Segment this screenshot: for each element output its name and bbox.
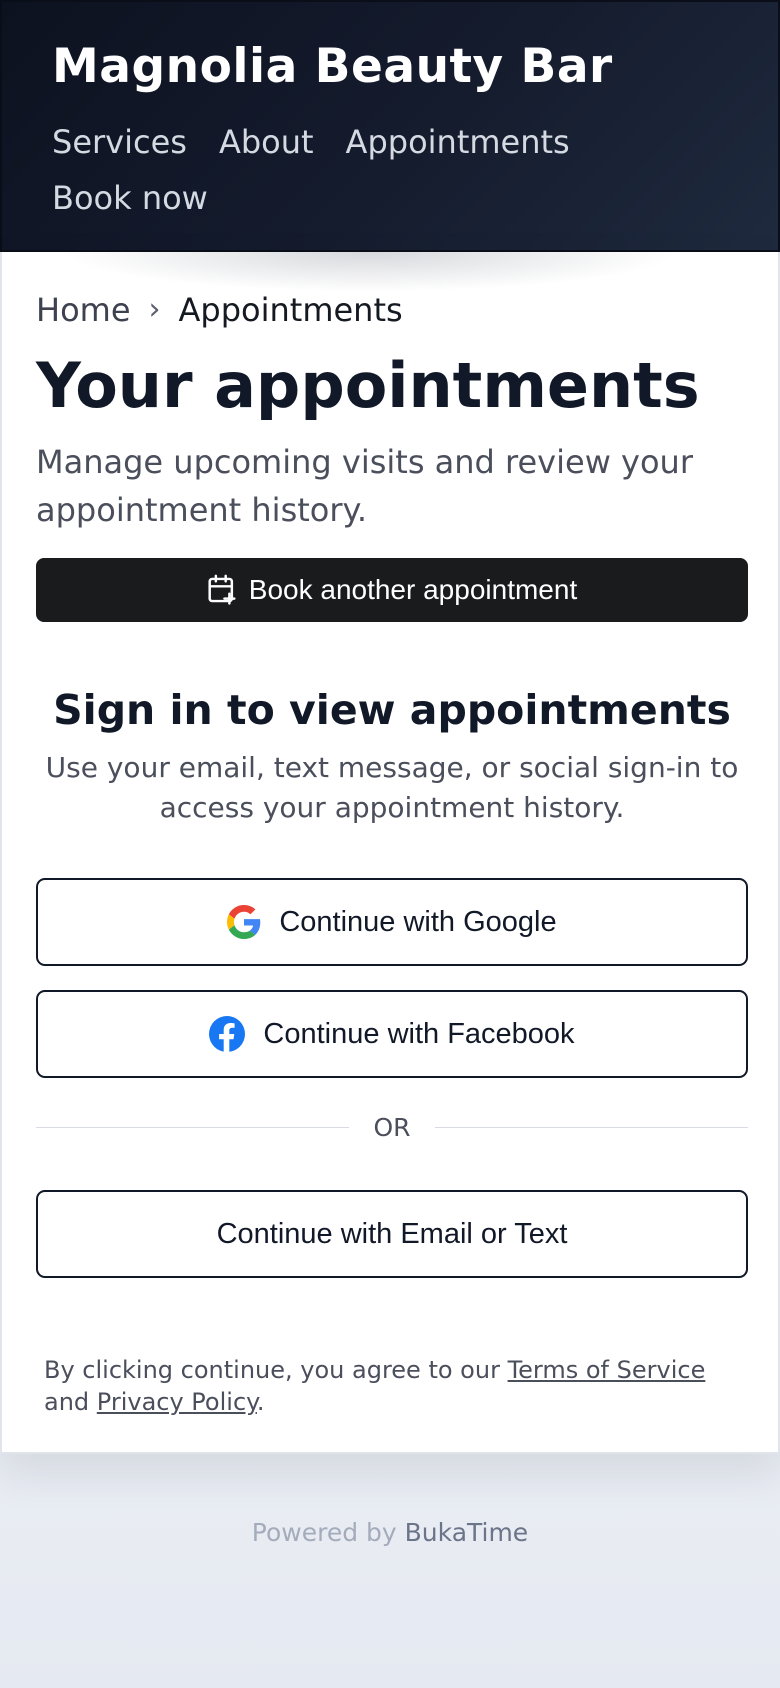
chevron-right-icon: › xyxy=(148,292,161,327)
legal-notice: By clicking continue, you agree to our T… xyxy=(44,1354,744,1418)
powered-by-prefix: Powered by xyxy=(251,1518,405,1547)
google-button-label: Continue with Google xyxy=(279,905,557,938)
main-nav: Services About Appointments Book now xyxy=(52,114,612,226)
nav-book-now[interactable]: Book now xyxy=(52,170,208,226)
google-icon xyxy=(227,905,261,939)
calendar-plus-icon xyxy=(207,574,249,606)
page-title: Your appointments xyxy=(36,349,700,422)
legal-middle: and xyxy=(44,1388,97,1416)
email-button-label: Continue with Email or Text xyxy=(216,1217,568,1250)
divider-line-left xyxy=(36,1126,350,1128)
breadcrumb-current: Appointments xyxy=(178,291,403,329)
or-divider: OR xyxy=(36,1112,748,1142)
continue-with-google-button[interactable]: Continue with Google xyxy=(36,878,748,966)
brand-name[interactable]: Magnolia Beauty Bar xyxy=(52,38,730,96)
terms-of-service-link[interactable]: Terms of Service xyxy=(508,1356,706,1384)
powered-by-footer: Powered by BukaTime xyxy=(0,1518,780,1547)
continue-with-email-or-text-button[interactable]: Continue with Email or Text xyxy=(36,1190,748,1278)
nav-about[interactable]: About xyxy=(219,114,314,170)
page: Magnolia Beauty Bar Services About Appoi… xyxy=(0,0,780,1688)
appointments-card: Home › Appointments Your appointments Ma… xyxy=(0,252,780,1454)
signin-description: Use your email, text message, or social … xyxy=(45,751,739,824)
breadcrumb-home[interactable]: Home xyxy=(36,288,131,332)
bukatime-link[interactable]: BukaTime xyxy=(405,1518,529,1547)
page-subtitle: Manage upcoming visits and review your a… xyxy=(36,443,693,529)
site-header: Magnolia Beauty Bar Services About Appoi… xyxy=(0,0,780,252)
divider-line-right xyxy=(434,1126,748,1128)
breadcrumb: Home › Appointments xyxy=(36,288,403,332)
legal-suffix: . xyxy=(256,1388,265,1416)
book-button-label: Book another appointment xyxy=(248,574,578,605)
nav-appointments[interactable]: Appointments xyxy=(346,114,570,170)
nav-services[interactable]: Services xyxy=(52,114,187,170)
legal-prefix: By clicking continue, you agree to our xyxy=(44,1356,508,1384)
facebook-icon xyxy=(209,1016,246,1052)
signin-title: Sign in to view appointments xyxy=(53,686,731,734)
divider-or-text: OR xyxy=(373,1112,411,1142)
facebook-button-label: Continue with Facebook xyxy=(263,1017,575,1050)
book-another-appointment-button[interactable]: Book another appointment xyxy=(36,558,748,622)
privacy-policy-link[interactable]: Privacy Policy xyxy=(97,1388,257,1416)
continue-with-facebook-button[interactable]: Continue with Facebook xyxy=(36,990,748,1078)
